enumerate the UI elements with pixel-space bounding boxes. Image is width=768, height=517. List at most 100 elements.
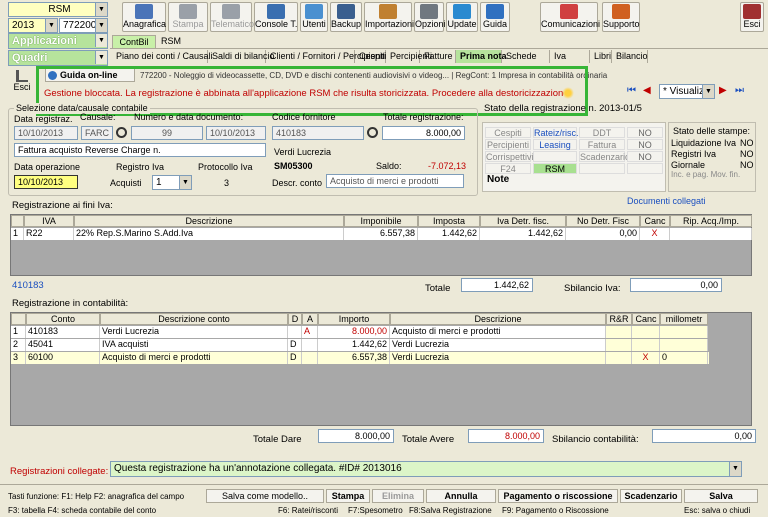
supporto-button[interactable]: Supporto xyxy=(602,2,640,32)
comunicazioni-button[interactable]: Comunicazioni xyxy=(540,2,600,32)
anagrafica-button[interactable]: Anagrafica xyxy=(122,2,166,32)
menu-saldi-di-bilancio[interactable]: Saldi di bilancio xyxy=(208,50,275,63)
status-cell: NO xyxy=(627,139,663,150)
docnum-label: Numero e data documento: xyxy=(134,112,244,122)
salva-come-modello--button[interactable]: Salva come modello.. xyxy=(206,489,324,503)
menu-piano-dei-conti-causali[interactable]: Piano dei conti / Causali xyxy=(112,50,213,63)
importazioni-button[interactable]: Importazioni xyxy=(364,2,414,32)
opdate-label: Data operazione xyxy=(14,162,81,172)
chevron-down-icon[interactable]: ▼ xyxy=(45,19,57,32)
status-cell xyxy=(533,151,577,162)
acc-cell: Verdi Lucrezia xyxy=(390,352,606,364)
acc-cell: 1.442,62 xyxy=(318,339,390,351)
esci-button[interactable]: Esci xyxy=(740,2,764,32)
utenti-button[interactable]: Utenti xyxy=(300,2,328,32)
annulla-button[interactable]: Annulla xyxy=(426,489,496,503)
descconto-field[interactable]: Acquisto di merci e prodotti xyxy=(326,174,464,188)
chevron-down-icon[interactable]: ▼ xyxy=(95,34,107,47)
users-icon xyxy=(305,4,323,19)
menu-prima-nota[interactable]: Prima nota xyxy=(456,50,507,63)
exit-form-label: Esci xyxy=(13,82,31,92)
date-field[interactable]: 10/10/2013 xyxy=(14,126,78,140)
next-record-icon[interactable]: ▶ xyxy=(719,85,732,97)
salva-button[interactable]: Salva xyxy=(684,489,758,503)
chevron-down-icon[interactable]: ▼ xyxy=(702,85,714,98)
acc-cell: Acquisto di merci e prodotti xyxy=(100,352,288,364)
acc-cell[interactable]: X xyxy=(632,352,660,364)
pagamento-o-riscossione-button[interactable]: Pagamento o riscossione xyxy=(498,489,618,503)
description-field[interactable]: Fattura acquisto Reverse Charge n. xyxy=(14,143,266,157)
search-icon[interactable] xyxy=(116,127,127,138)
acc-cell: 45041 xyxy=(26,339,100,351)
chevron-down-icon[interactable]: ▼ xyxy=(95,3,107,16)
linked-select[interactable]: Questa registrazione ha un'annotazione c… xyxy=(110,461,742,477)
print-label: Liquidazione Iva xyxy=(671,138,737,148)
first-record-icon[interactable]: ⏮ xyxy=(627,85,640,97)
menu-clienti-fornitori-percipienti[interactable]: Clienti / Fornitori / Percipienti xyxy=(266,50,385,63)
regiva-select[interactable]: 1 ▼ xyxy=(152,175,192,190)
total-label: Totale registrazione: xyxy=(383,112,464,122)
status-cell: F24 xyxy=(485,163,531,174)
menu-libri[interactable]: Libri xyxy=(590,50,612,63)
chevron-down-icon[interactable]: ▼ xyxy=(179,176,191,189)
status-cell xyxy=(579,163,625,174)
company-select[interactable]: RSM ▼ xyxy=(8,2,108,17)
chevron-down-icon[interactable]: ▼ xyxy=(729,462,741,476)
iva-cell[interactable]: X xyxy=(640,228,670,240)
acc-col-header: A xyxy=(302,313,318,325)
update-button[interactable]: Update xyxy=(446,2,478,32)
docdate-field[interactable]: 10/10/2013 xyxy=(206,126,266,140)
docnum-field[interactable]: 99 xyxy=(131,126,203,140)
console-t--button[interactable]: Console T. xyxy=(254,2,298,32)
stampa-button[interactable]: Stampa xyxy=(326,489,370,503)
iva-col-header: Imponibile xyxy=(344,215,418,227)
year-select[interactable]: 2013 ▼ xyxy=(8,18,58,33)
menu-iva[interactable]: Iva xyxy=(550,50,590,63)
search-icon[interactable] xyxy=(367,127,378,138)
backup-icon xyxy=(337,4,355,19)
chevron-down-icon[interactable]: ▼ xyxy=(95,19,107,32)
avere-field: 8.000,00 xyxy=(468,429,544,443)
acc-cell: 410183 xyxy=(26,326,100,338)
menu-fatture[interactable]: Fatture xyxy=(420,50,456,63)
chevron-down-icon[interactable]: ▼ xyxy=(95,51,107,64)
backup-button[interactable]: Backup xyxy=(330,2,362,32)
menu-percipienti[interactable]: Percipienti xyxy=(386,50,432,63)
exit-form-button[interactable]: Esci xyxy=(10,70,34,96)
tab-rsm[interactable]: RSM xyxy=(156,35,186,49)
menu-schede[interactable]: Schede xyxy=(502,50,550,63)
view-select[interactable]: * Visualiz ▼ xyxy=(659,84,715,99)
status-cell: Leasing xyxy=(533,139,577,150)
applications-select[interactable]: Applicazioni ▼ xyxy=(8,33,108,49)
acc-cell[interactable] xyxy=(632,339,660,351)
view-value: * Visualiz xyxy=(663,86,704,97)
prev-record-icon[interactable]: ◀ xyxy=(643,85,656,97)
opdate-field[interactable]: 10/10/2013 xyxy=(14,175,78,189)
toolbar-label: Utenti xyxy=(302,19,326,29)
iva-title: Registrazione ai fini Iva: xyxy=(12,200,113,211)
menu-cespiti[interactable]: Cespiti xyxy=(355,50,387,63)
opzioni-button[interactable]: Opzioni xyxy=(414,2,446,32)
scadenzario-button[interactable]: Scadenzario xyxy=(620,489,682,503)
tab-contbil[interactable]: ContBil xyxy=(112,35,156,49)
acc-cell: 60100 xyxy=(26,352,100,364)
status-cell: Cespiti xyxy=(485,127,531,138)
acc-cell[interactable] xyxy=(632,326,660,338)
acc-cell: D xyxy=(288,352,302,364)
supplier-field[interactable]: 410183 xyxy=(272,126,364,140)
causale-field[interactable]: FARC xyxy=(81,126,113,140)
status-cell: NO xyxy=(627,151,663,162)
menu-bilancio[interactable]: Bilancio xyxy=(612,50,648,63)
linked-docs-link[interactable]: Documenti collegati xyxy=(627,196,706,207)
keys-line-1: Tasti funzione: F1: Help F2: anagrafica … xyxy=(8,492,185,501)
guida-button[interactable]: Guida xyxy=(480,2,510,32)
avere-label: Totale Avere xyxy=(402,434,455,445)
last-record-icon[interactable]: ⏭ xyxy=(735,85,749,97)
year-value: 2013 xyxy=(12,20,35,31)
panels-select[interactable]: Quadri ▼ xyxy=(8,50,108,66)
dare-label: Totale Dare xyxy=(253,434,302,445)
code-select[interactable]: 772200 - ▼ xyxy=(59,18,108,33)
update-icon xyxy=(453,4,471,19)
total-field[interactable]: 8.000,00 xyxy=(382,126,465,140)
iva-cell: 6.557,38 xyxy=(344,228,418,240)
